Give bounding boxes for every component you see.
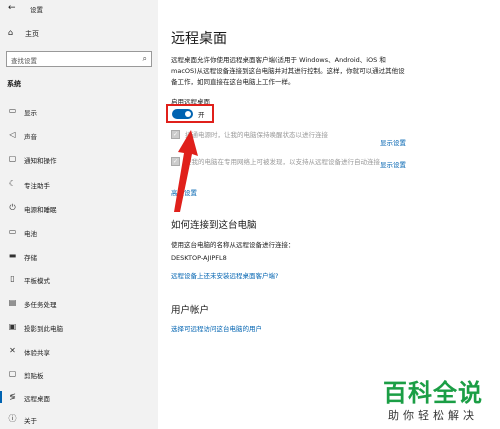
back-arrow-icon[interactable]: ← xyxy=(8,3,16,13)
monitor-icon: ▭ xyxy=(8,106,17,115)
page-description: 远程桌面允许你使用远程桌面客户端(适用于 Windows、Android、iOS… xyxy=(171,56,405,86)
discoverable-option: ✓ 使我的电脑在专用网络上可被发现，以支持从远程设备进行自动连接 xyxy=(171,157,401,179)
toggle-knob xyxy=(185,111,191,117)
search-placeholder: 查找设置 xyxy=(11,57,37,65)
sidebar-item-label: 平板模式 xyxy=(24,277,50,285)
sidebar-item-label: 显示 xyxy=(24,109,37,117)
storage-icon: ▬ xyxy=(8,251,17,260)
discoverable-checkbox[interactable]: ✓ xyxy=(171,157,180,166)
sidebar-item-clipboard[interactable]: ▢ 剪贴板 xyxy=(0,364,158,384)
sidebar-item-label: 远程桌面 xyxy=(24,395,50,403)
sidebar-item-label: 关于 xyxy=(24,417,37,425)
sidebar-item-sound[interactable]: ◁ 声音 xyxy=(0,125,158,145)
highlight-box: 开 xyxy=(166,104,214,123)
sidebar-item-tablet-mode[interactable]: ▯ 平板模式 xyxy=(0,269,158,289)
keep-awake-option: ✓ 接通电源时，让我的电脑保持唤醒状态以进行连接 xyxy=(171,130,401,150)
sidebar-item-focus-assist[interactable]: ☾ 专注助手 xyxy=(0,174,158,194)
watermark-sub: 助你轻松解决 xyxy=(388,409,478,422)
remote-icon: ≶ xyxy=(9,392,16,401)
sidebar-item-project-to-pc[interactable]: ▣ 投影到此电脑 xyxy=(0,317,158,337)
sidebar-item-multitasking[interactable]: ▤ 多任务处理 xyxy=(0,293,158,313)
watermark: 百科全说 助你轻松解决 xyxy=(374,379,492,423)
sidebar-item-label: 电源和睡眠 xyxy=(24,206,57,214)
sidebar-item-label: 多任务处理 xyxy=(24,301,57,309)
sidebar-item-label: 电池 xyxy=(24,230,37,238)
sidebar-item-battery[interactable]: ▭ 电池 xyxy=(0,222,158,242)
sidebar-item-notifications[interactable]: ▢ 通知和操作 xyxy=(0,149,158,169)
sidebar-item-label: 剪贴板 xyxy=(24,372,44,380)
tablet-icon: ▯ xyxy=(10,274,15,283)
main-content: 远程桌面 远程桌面允许你使用远程桌面客户端(适用于 Windows、Androi… xyxy=(158,0,500,429)
title-bar: ← 设置 xyxy=(0,0,158,16)
discoverable-text: 使我的电脑在专用网络上可被发现，以支持从远程设备进行自动连接 xyxy=(185,158,380,166)
home-label: 主页 xyxy=(25,30,39,38)
sidebar-item-storage[interactable]: ▬ 存储 xyxy=(0,246,158,266)
toggle-state-label: 开 xyxy=(198,111,205,119)
sidebar-item-label: 通知和操作 xyxy=(24,157,57,165)
moon-icon: ☾ xyxy=(8,179,17,188)
search-icon[interactable]: ⌕ xyxy=(143,54,147,64)
app-title: 设置 xyxy=(30,6,43,14)
speaker-icon: ◁ xyxy=(9,130,16,139)
page-title: 远程桌面 xyxy=(171,31,227,47)
info-icon: ⓘ xyxy=(8,414,17,423)
user-accounts-title: 用户帐户 xyxy=(171,305,210,316)
battery-icon: ▭ xyxy=(8,227,17,236)
sidebar-item-power-sleep[interactable]: ⏻ 电源和睡眠 xyxy=(0,198,158,218)
sidebar-item-display[interactable]: ▭ 显示 xyxy=(0,101,158,121)
sidebar-item-label: 存储 xyxy=(24,254,37,262)
sidebar-item-label: 投影到此电脑 xyxy=(24,325,63,333)
section-header-system: 系统 xyxy=(7,80,21,88)
advanced-settings-link[interactable]: 高级设置 xyxy=(171,187,197,197)
how-to-connect-title: 如何连接到这台电脑 xyxy=(171,220,257,231)
home-icon: ⌂ xyxy=(8,28,14,37)
how-to-connect-desc: 使用这台电脑的名称从远程设备进行连接： xyxy=(171,241,295,249)
clipboard-icon: ▢ xyxy=(8,369,17,378)
share-icon: ✕ xyxy=(9,346,16,355)
watermark-main: 百科全说 xyxy=(383,379,483,407)
sidebar-item-label: 声音 xyxy=(24,133,37,141)
remote-desktop-toggle[interactable] xyxy=(172,109,193,119)
search-input[interactable]: 查找设置 ⌕ xyxy=(6,51,152,67)
show-settings-link-1[interactable]: 显示设置 xyxy=(380,137,406,147)
power-icon: ⏻ xyxy=(9,203,16,212)
no-client-link[interactable]: 远程设备上还未安装远程桌面客户端? xyxy=(171,270,278,280)
select-users-link[interactable]: 选择可远程访问这台电脑的用户 xyxy=(171,323,262,333)
keep-awake-checkbox[interactable]: ✓ xyxy=(171,130,180,139)
pc-name: DESKTOP-AJIPFL8 xyxy=(171,254,227,262)
show-settings-link-2[interactable]: 显示设置 xyxy=(380,159,406,169)
sidebar-item-label: 体验共享 xyxy=(24,349,50,357)
multitask-icon: ▤ xyxy=(8,298,17,307)
sidebar: ← 设置 ⌂ 主页 查找设置 ⌕ 系统 ▭ 显示 ◁ 声音 ▢ 通知和操作 ☾ … xyxy=(0,0,158,429)
sidebar-item-shared-experiences[interactable]: ✕ 体验共享 xyxy=(0,341,158,361)
home-nav-item[interactable]: ⌂ 主页 xyxy=(0,25,158,43)
sidebar-item-label: 专注助手 xyxy=(24,182,50,190)
sidebar-item-about[interactable]: ⓘ 关于 xyxy=(0,409,158,429)
notification-icon: ▢ xyxy=(8,154,17,163)
project-icon: ▣ xyxy=(8,322,17,331)
sidebar-item-remote-desktop[interactable]: ≶ 远程桌面 xyxy=(0,387,158,407)
keep-awake-text: 接通电源时，让我的电脑保持唤醒状态以进行连接 xyxy=(185,131,328,139)
